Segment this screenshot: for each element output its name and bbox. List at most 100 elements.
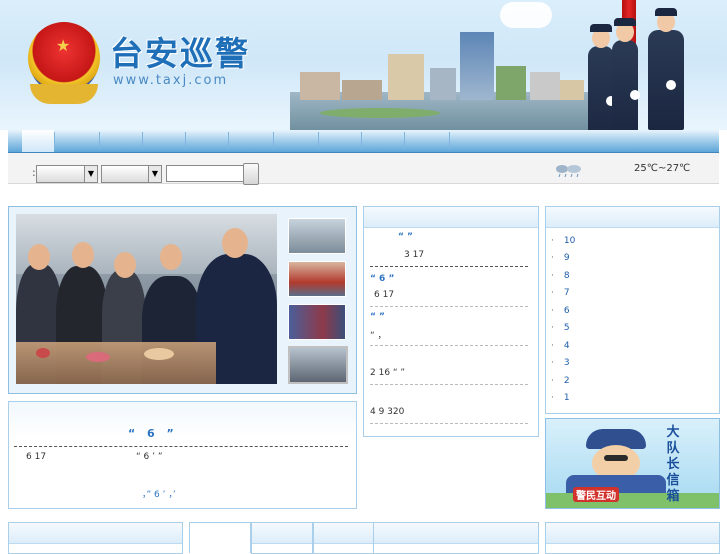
building-decoration [388, 54, 424, 100]
list-item[interactable]: · 2 [551, 376, 570, 386]
panel-header [9, 523, 182, 544]
list-item-text: 7 [563, 288, 570, 298]
building-decoration [430, 68, 456, 100]
thumbnail-4-selected[interactable] [288, 346, 348, 384]
captain-mailbox-banner[interactable] [545, 418, 720, 509]
news-item-detail[interactable]: 4 9 320 [370, 407, 404, 417]
section-select[interactable]: ▼ [101, 165, 162, 183]
search-button[interactable] [243, 163, 259, 185]
building-decoration [560, 80, 584, 100]
chevron-down-icon[interactable]: ▼ [148, 166, 161, 182]
list-item[interactable]: · 4 [551, 341, 570, 351]
news-item-detail[interactable]: 2 16 “ ” [370, 368, 405, 378]
bottom-panel [8, 522, 183, 554]
building-decoration [496, 66, 526, 100]
bullet: · [551, 306, 554, 316]
header-banner: ★ 台安巡警 www.taxj.com [0, 0, 727, 130]
news-divider [370, 345, 528, 346]
nav-divider [449, 132, 450, 150]
officer-cap [655, 8, 677, 16]
nav-item[interactable] [186, 130, 228, 152]
news-divider [370, 306, 528, 307]
bottom-panel [545, 522, 720, 554]
nav-item[interactable] [100, 130, 142, 152]
bottom-tab[interactable] [251, 522, 313, 554]
news-item-title[interactable]: “ ” [398, 232, 413, 242]
thumbnail-3[interactable] [288, 304, 346, 340]
bullet: · [551, 271, 554, 281]
news-item-title[interactable]: “ ” [370, 312, 385, 322]
list-item[interactable]: · 5 [551, 323, 570, 333]
cartoon-glasses [604, 455, 628, 461]
thumbnail-1[interactable] [288, 218, 346, 254]
list-item-text: 2 [563, 376, 570, 386]
building-decoration [342, 80, 382, 100]
person-face [222, 228, 248, 258]
officer-figure [612, 18, 640, 130]
list-item-text: 3 [563, 358, 570, 368]
nav-item[interactable] [319, 130, 361, 152]
list-item[interactable]: · 1 [551, 393, 570, 403]
list-item[interactable]: · 3 [551, 358, 570, 368]
nav-item[interactable] [143, 130, 185, 152]
bullet: · [551, 341, 554, 351]
list-item-text: 4 [563, 341, 570, 351]
list-item[interactable]: · 10 [551, 236, 575, 246]
grass-decoration [546, 493, 719, 508]
list-item[interactable]: · 7 [551, 288, 570, 298]
chevron-down-icon[interactable]: ▼ [84, 166, 97, 182]
nav-item[interactable] [405, 130, 449, 152]
news-item-title[interactable]: “ 6 ” [370, 274, 394, 284]
mailbox-subtitle: 警民互动 [573, 487, 619, 502]
news-more-link[interactable]: ，” 6 ’ ，’ [142, 487, 176, 500]
list-item-text: 9 [563, 253, 570, 263]
site-title: 台安巡警 [110, 34, 250, 73]
officer-cap [590, 24, 612, 32]
list-item-text: 6 [563, 306, 570, 316]
featured-photo[interactable] [16, 214, 277, 384]
bullet: · [551, 288, 554, 298]
person-face [114, 252, 136, 278]
nav-item[interactable] [55, 130, 99, 152]
cloud-rain-icon [556, 165, 581, 177]
nav-item[interactable] [229, 130, 273, 152]
bottom-tab[interactable] [313, 522, 375, 554]
list-item[interactable]: · 9 [551, 253, 570, 263]
nav-item-home[interactable] [22, 130, 54, 152]
list-item[interactable]: · 8 [551, 271, 570, 281]
bullet: · [551, 376, 554, 386]
officer-glove [630, 90, 640, 100]
news-divider [370, 423, 528, 424]
panel-header [374, 523, 538, 544]
emblem-wreath [30, 84, 98, 104]
nav-item[interactable] [362, 130, 404, 152]
search-input[interactable] [166, 165, 244, 182]
news-item-detail: “ ， [370, 331, 387, 341]
nav-item[interactable] [274, 130, 318, 152]
tower-decoration [460, 32, 494, 100]
officer-cap [614, 18, 636, 26]
news-item-detail: 3 17 [404, 250, 425, 260]
display-item [36, 348, 50, 358]
middle-news-panel [363, 206, 539, 437]
bullet: · [551, 323, 554, 333]
cloud-decoration [500, 2, 552, 28]
garden-decoration [320, 108, 440, 118]
person-face [160, 244, 182, 270]
news-divider [14, 446, 348, 447]
panel-header [546, 207, 719, 228]
person-face [72, 242, 94, 268]
main-nav [8, 130, 719, 153]
site-url: www.taxj.com [113, 73, 229, 88]
list-item-text: 10 [563, 236, 576, 246]
bullet: · [551, 253, 554, 263]
bullet: · [551, 393, 554, 403]
list-item-text: 8 [563, 271, 570, 281]
news-headline[interactable]: “ 6 ” [128, 427, 178, 440]
bottom-tab-active[interactable] [189, 522, 251, 553]
display-item [86, 352, 110, 362]
category-select[interactable]: ▼ [36, 165, 98, 183]
list-item[interactable]: · 6 [551, 306, 570, 316]
news-divider [370, 384, 528, 385]
thumbnail-2[interactable] [288, 261, 346, 297]
